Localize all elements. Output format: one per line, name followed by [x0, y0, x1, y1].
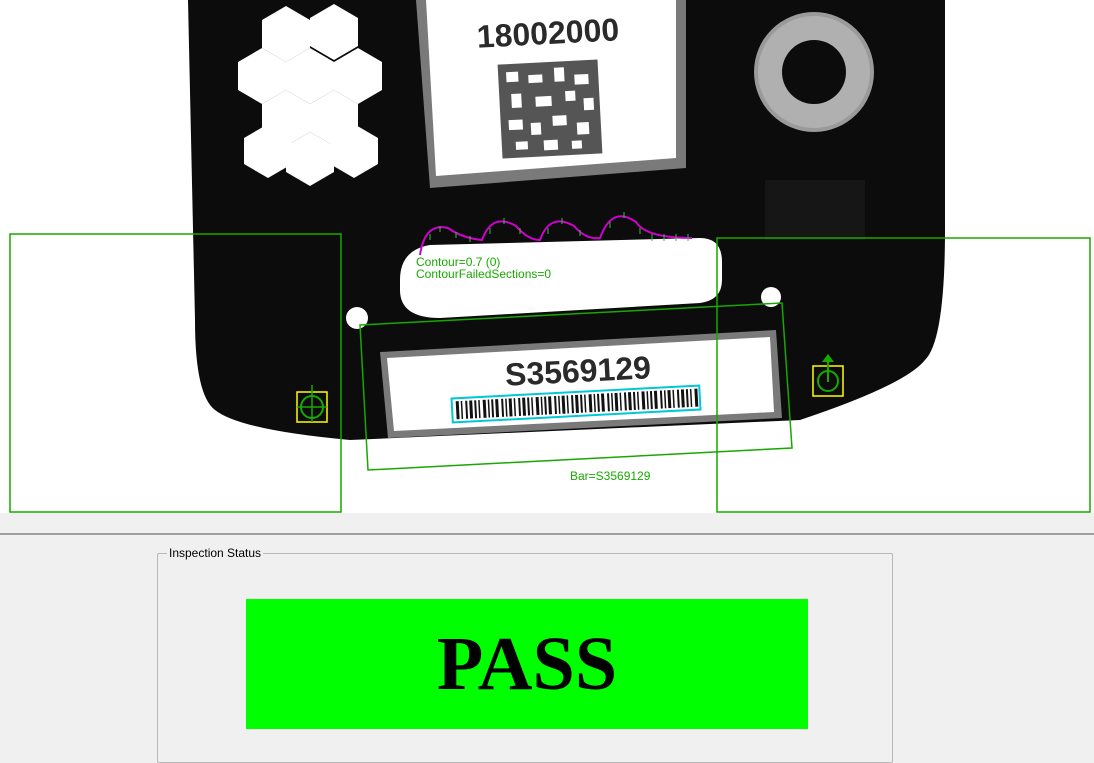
contour-failed-sections-label: ContourFailedSections=0 [416, 267, 552, 281]
top-label-number: 18002000 [476, 11, 620, 54]
inspection-status-title: Inspection Status [167, 546, 264, 560]
result-indicator: PASS [246, 599, 808, 729]
bottom-label-number: S3569129 [504, 349, 652, 393]
camera-image-viewer: 18002000 S3569129 Contour=0.7 (0) Contou… [0, 0, 1094, 513]
inspection-image: 18002000 S3569129 [9, 0, 1091, 513]
panel-divider[interactable] [0, 513, 1094, 535]
result-text: PASS [436, 622, 618, 706]
barcode-result-label: Bar=S3569129 [570, 469, 651, 483]
inspection-status-group: Inspection Status PASS [157, 546, 893, 763]
